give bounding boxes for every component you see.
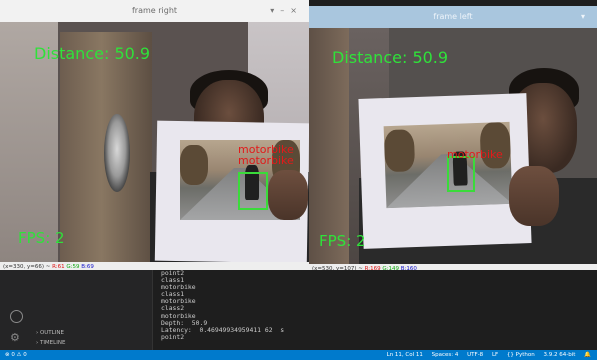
frame-left-title: frame left: [433, 12, 473, 21]
tree: [180, 145, 208, 185]
detection-box: [238, 172, 268, 210]
door-window: [104, 114, 130, 192]
timeline-label: TIMELINE: [39, 340, 66, 346]
frame-left-titlebar[interactable]: frame left ▾: [309, 6, 597, 28]
tree: [479, 121, 512, 169]
cursor-position[interactable]: Ln 11, Col 11: [387, 352, 423, 358]
terminal-line: class1: [161, 276, 185, 285]
terminal-line: motorbike: [161, 311, 196, 320]
line-ending[interactable]: LF: [492, 352, 498, 358]
python-interpreter[interactable]: 3.9.2 64-bit: [543, 352, 575, 358]
chevron-down-icon[interactable]: ▾: [270, 6, 280, 15]
problems-indicator[interactable]: ⊗ 0 ⚠ 0: [5, 352, 27, 358]
camera-view-right: motorbike motorbike Distance: 50.9 FPS: …: [0, 22, 309, 262]
distance-overlay: Distance: 50.9: [34, 44, 151, 63]
bell-icon[interactable]: 🔔: [584, 352, 591, 358]
outline-label: OUTLINE: [39, 330, 64, 336]
hand: [268, 170, 308, 220]
window-controls[interactable]: ▾–×: [270, 0, 303, 22]
activity-bar: ⚙: [0, 270, 32, 350]
window-controls[interactable]: ▾: [581, 6, 591, 28]
status-bar: ⊗ 0 ⚠ 0 Ln 11, Col 11 Spaces: 4 UTF-8 LF…: [0, 350, 597, 360]
status-bar-right: Ln 11, Col 11 Spaces: 4 UTF-8 LF {} Pyth…: [380, 350, 591, 360]
terminal-line: point2: [161, 332, 185, 341]
encoding[interactable]: UTF-8: [467, 352, 483, 358]
minimize-icon[interactable]: –: [280, 6, 290, 15]
frame-left-window[interactable]: frame left ▾ motorbike Distance: 50.9 FP…: [309, 6, 597, 274]
hand: [509, 166, 559, 226]
code-editor-area: ⚙ › OUTLINE › TIMELINE point2 class1 mot…: [0, 269, 597, 350]
chevron-down-icon[interactable]: ▾: [581, 12, 591, 21]
language-mode[interactable]: {} Python: [507, 352, 535, 358]
frame-right-titlebar[interactable]: frame right ▾–×: [0, 0, 309, 22]
close-icon[interactable]: ×: [290, 6, 303, 15]
gear-icon[interactable]: ⚙: [10, 332, 21, 343]
terminal-line: class2: [161, 304, 185, 313]
terminal-line: Latency: 0.46949934959411 62 s: [161, 325, 285, 334]
timeline-section[interactable]: › TIMELINE: [36, 340, 65, 346]
account-icon[interactable]: [10, 310, 23, 323]
camera-view-left: motorbike Distance: 50.9 FPS: 2: [309, 28, 597, 264]
frame-right-window[interactable]: frame right ▾–× motorbike motorbike Dist…: [0, 0, 309, 272]
terminal-output[interactable]: point2 class1 motorbike class1 motorbike…: [160, 269, 597, 350]
distance-overlay: Distance: 50.9: [332, 48, 449, 67]
tree: [383, 129, 416, 173]
outline-section[interactable]: › OUTLINE: [36, 330, 64, 336]
terminal-line: motorbike: [161, 297, 196, 306]
detection-label: motorbike: [238, 154, 294, 167]
detection-box: [447, 156, 475, 192]
fps-overlay: FPS: 2: [319, 232, 366, 250]
frame-right-title: frame right: [131, 6, 178, 15]
terminal-line: motorbike: [161, 283, 196, 292]
explorer-sidebar: › OUTLINE › TIMELINE: [32, 270, 153, 350]
fps-overlay: FPS: 2: [18, 229, 65, 247]
indentation[interactable]: Spaces: 4: [432, 352, 459, 358]
terminal-line: class1: [161, 290, 185, 299]
detection-label: motorbike: [447, 148, 503, 161]
terminal-line: point2: [161, 269, 185, 277]
